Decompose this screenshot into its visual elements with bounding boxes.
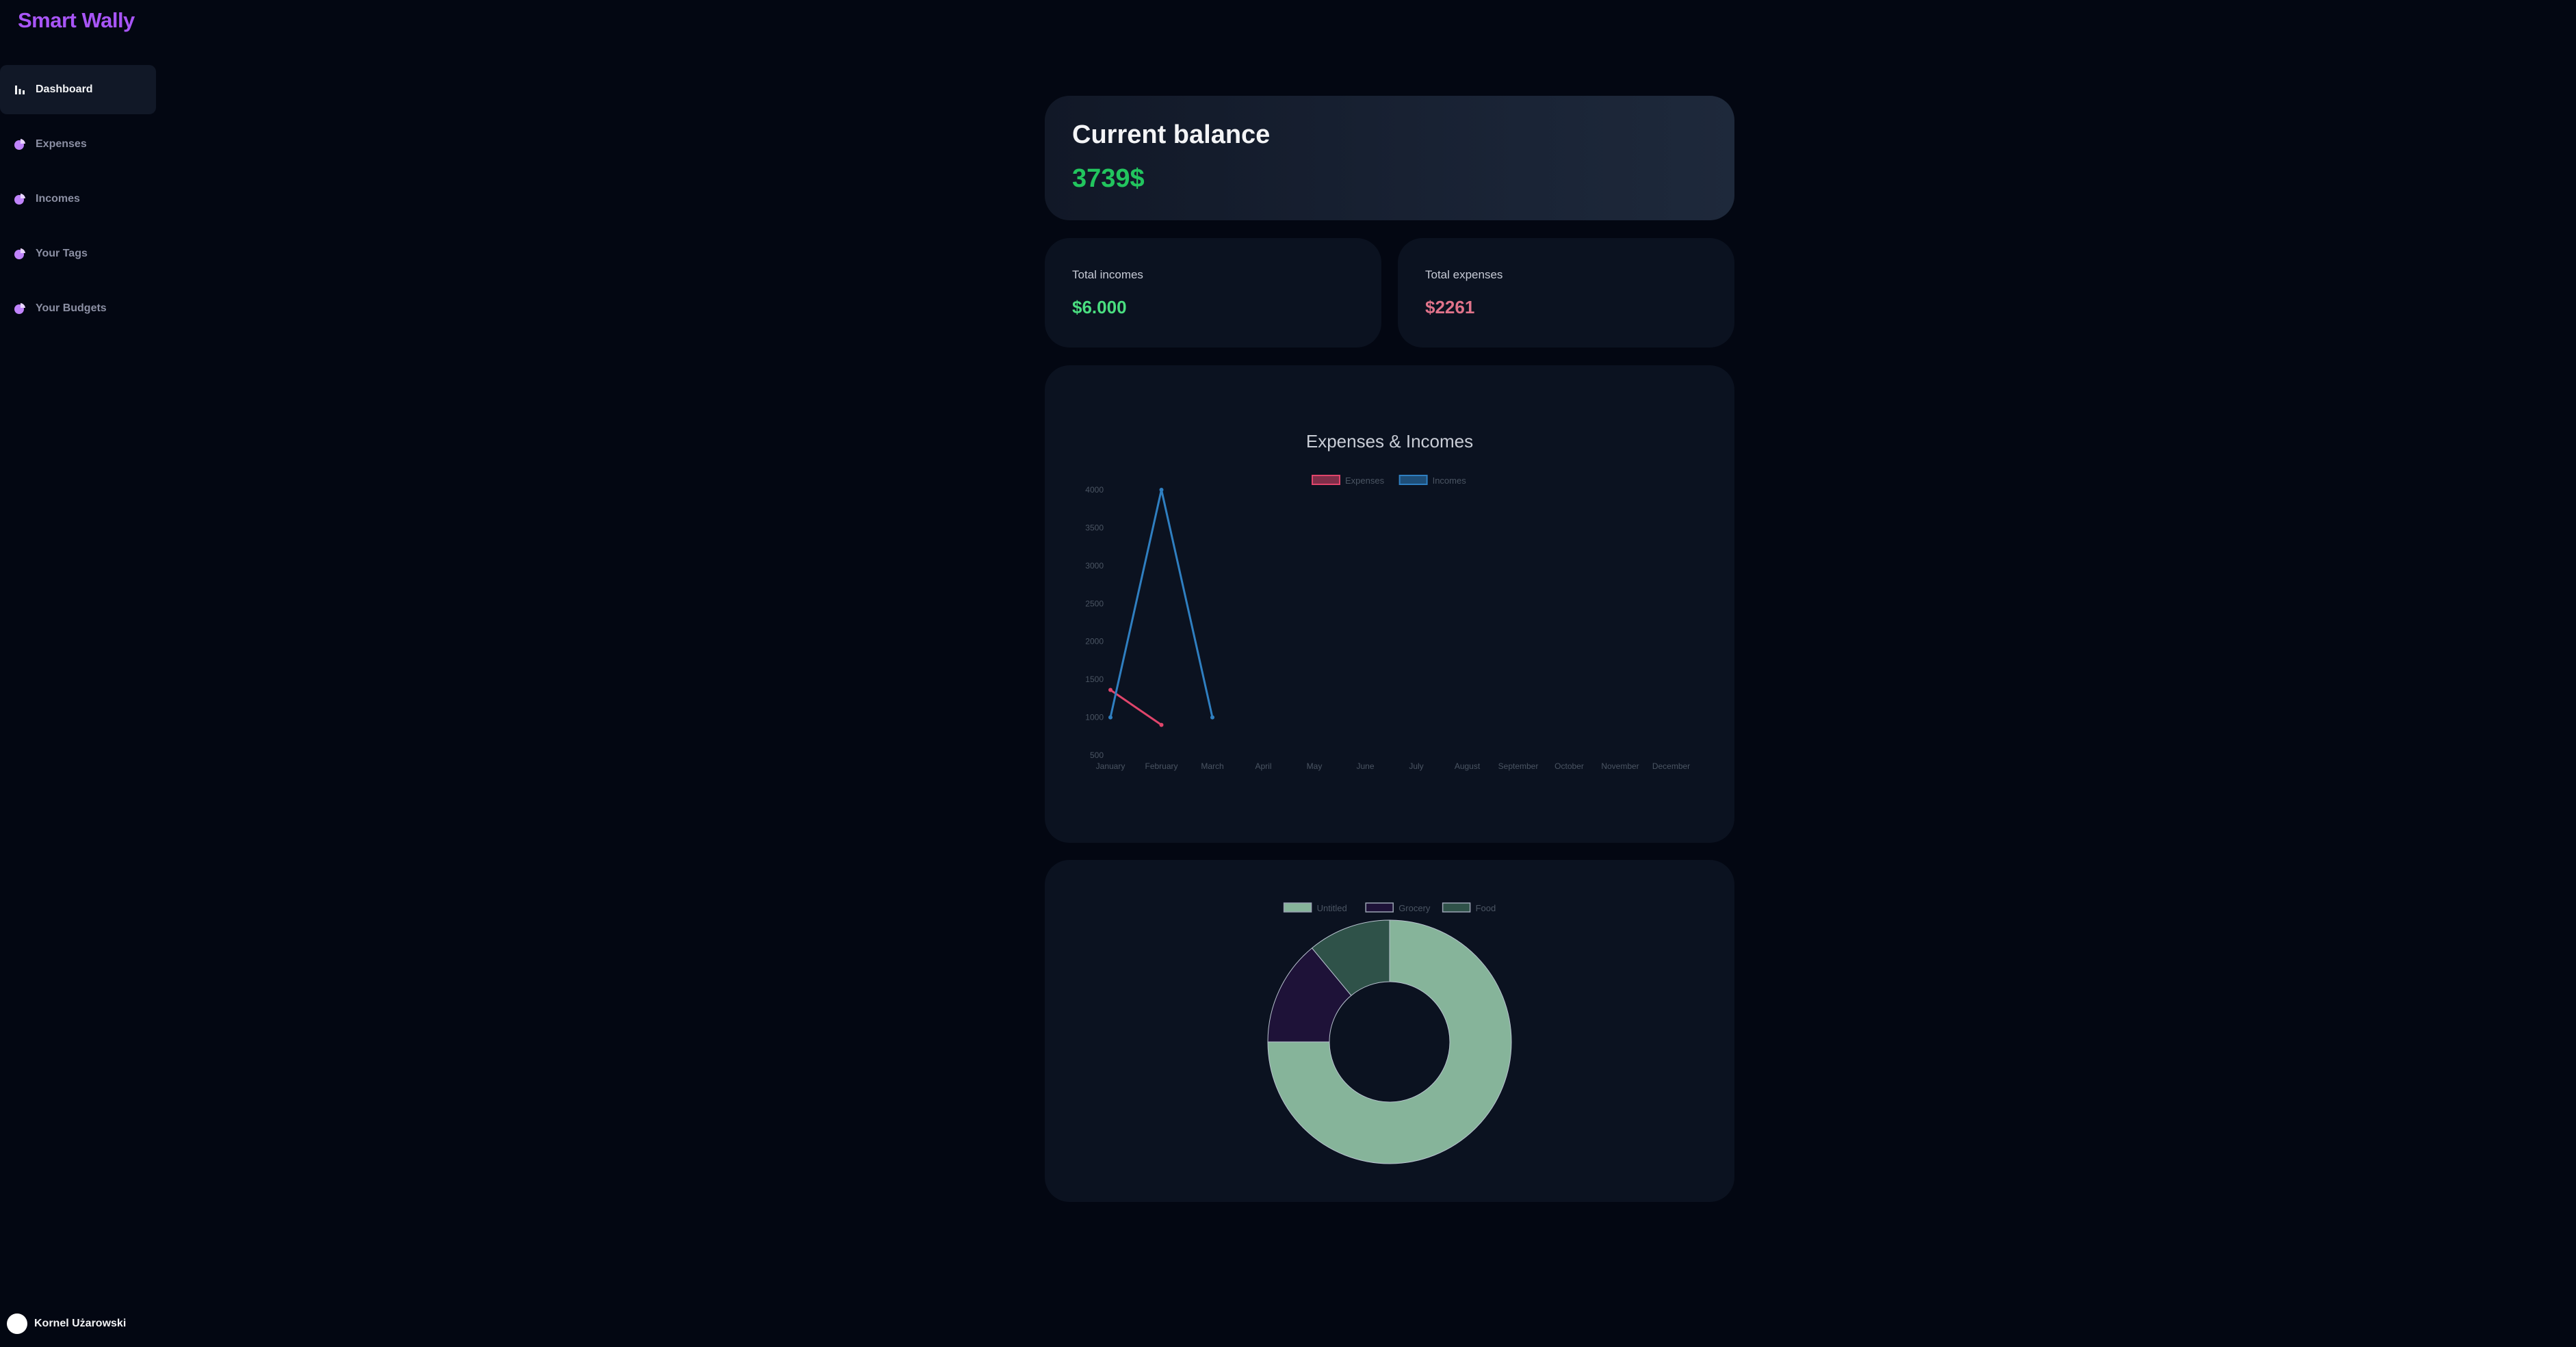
- total-expenses-label: Total expenses: [1425, 268, 1503, 281]
- pie-chart-icon: [14, 302, 26, 315]
- sidebar-item-label: Your Tags: [36, 248, 88, 259]
- x-tick-label: September: [1498, 761, 1539, 771]
- line-chart-card: Expenses & Incomes Expenses Incomes 500 1000…: [1045, 365, 1734, 843]
- y-tick-label: 3000: [1085, 561, 1104, 571]
- legend-swatch-food: [1442, 902, 1471, 913]
- x-tick-label: February: [1145, 761, 1178, 771]
- balance-value: 3739$: [1072, 164, 1145, 193]
- legend-swatch-incomes: [1398, 475, 1428, 485]
- x-tick-label: April: [1255, 761, 1271, 771]
- x-tick-label: June: [1356, 761, 1374, 771]
- chart-title: Expenses & Incomes: [1306, 431, 1473, 452]
- y-tick-label: 500: [1090, 750, 1104, 760]
- pie-chart-icon: [14, 138, 26, 151]
- data-point-incomes: [1108, 715, 1113, 720]
- sidebar: Smart Wally Dashboard Expenses Incomes Y…: [0, 0, 164, 1347]
- x-tick-label: March: [1201, 761, 1223, 771]
- legend-swatch-grocery: [1365, 902, 1394, 913]
- sidebar-item-label: Your Budgets: [36, 302, 107, 314]
- sidebar-item-label: Expenses: [36, 138, 87, 150]
- x-tick-label: July: [1409, 761, 1423, 771]
- sidebar-item-incomes[interactable]: Incomes: [0, 174, 156, 224]
- y-tick-label: 2500: [1085, 599, 1104, 608]
- x-tick-label: August: [1455, 761, 1481, 771]
- y-tick-label: 1500: [1085, 675, 1104, 684]
- legend-label-expenses: Expenses: [1345, 475, 1385, 486]
- line-chart: Expenses & Incomes Expenses Incomes 500 1000…: [1085, 431, 1690, 771]
- sidebar-item-your-tags[interactable]: Your Tags: [0, 229, 156, 278]
- data-point-expenses: [1159, 722, 1164, 727]
- series-line-expenses: [1110, 689, 1162, 726]
- total-expenses-card: Total expenses $2261: [1398, 238, 1734, 348]
- y-tick-label: 4000: [1085, 485, 1104, 495]
- y-tick-label: 3500: [1085, 523, 1104, 532]
- pie-chart-icon: [14, 193, 26, 205]
- total-incomes-value: $6.000: [1072, 297, 1127, 317]
- x-tick-label: December: [1652, 761, 1690, 771]
- balance-card: Current balance 3739$: [1045, 96, 1734, 220]
- sidebar-item-your-budgets[interactable]: Your Budgets: [0, 284, 156, 333]
- legend-label-grocery: Grocery: [1398, 903, 1431, 913]
- data-point-incomes: [1210, 715, 1214, 720]
- sidebar-item-expenses[interactable]: Expenses: [0, 120, 156, 169]
- x-tick-label: January: [1096, 761, 1126, 771]
- series-line-incomes: [1109, 489, 1214, 718]
- legend-swatch-untitled: [1283, 902, 1312, 913]
- legend-label-untitled: Untitled: [1317, 903, 1347, 913]
- legend-label-incomes: Incomes: [1433, 475, 1467, 486]
- bar-chart-icon: [14, 83, 26, 96]
- y-tick-label: 2000: [1085, 637, 1104, 646]
- avatar[interactable]: [7, 1313, 27, 1334]
- donut-chart: Untitled Grocery Food: [1267, 902, 1512, 1164]
- pie-chart-icon: [14, 248, 26, 260]
- x-tick-label: May: [1307, 761, 1323, 771]
- sidebar-item-label: Dashboard: [36, 83, 93, 95]
- total-incomes-card: Total incomes $6.000: [1045, 238, 1381, 348]
- total-incomes-label: Total incomes: [1072, 268, 1143, 281]
- data-point-expenses: [1108, 688, 1113, 692]
- brand-logo[interactable]: Smart Wally: [18, 8, 135, 33]
- balance-title: Current balance: [1072, 120, 1271, 149]
- user-profile[interactable]: Kornel Użarowski: [7, 1313, 126, 1334]
- legend-swatch-expenses: [1312, 475, 1340, 485]
- sidebar-item-label: Incomes: [36, 193, 80, 205]
- data-point-incomes: [1159, 488, 1164, 492]
- sidebar-item-dashboard[interactable]: Dashboard: [0, 65, 156, 114]
- total-expenses-value: $2261: [1425, 297, 1475, 317]
- user-name: Kornel Użarowski: [34, 1318, 127, 1329]
- x-tick-label: November: [1601, 761, 1639, 771]
- y-tick-label: 1000: [1085, 713, 1104, 722]
- legend-label-food: Food: [1476, 903, 1496, 913]
- x-tick-label: October: [1554, 761, 1584, 771]
- donut-chart-card: Untitled Grocery Food: [1045, 860, 1734, 1202]
